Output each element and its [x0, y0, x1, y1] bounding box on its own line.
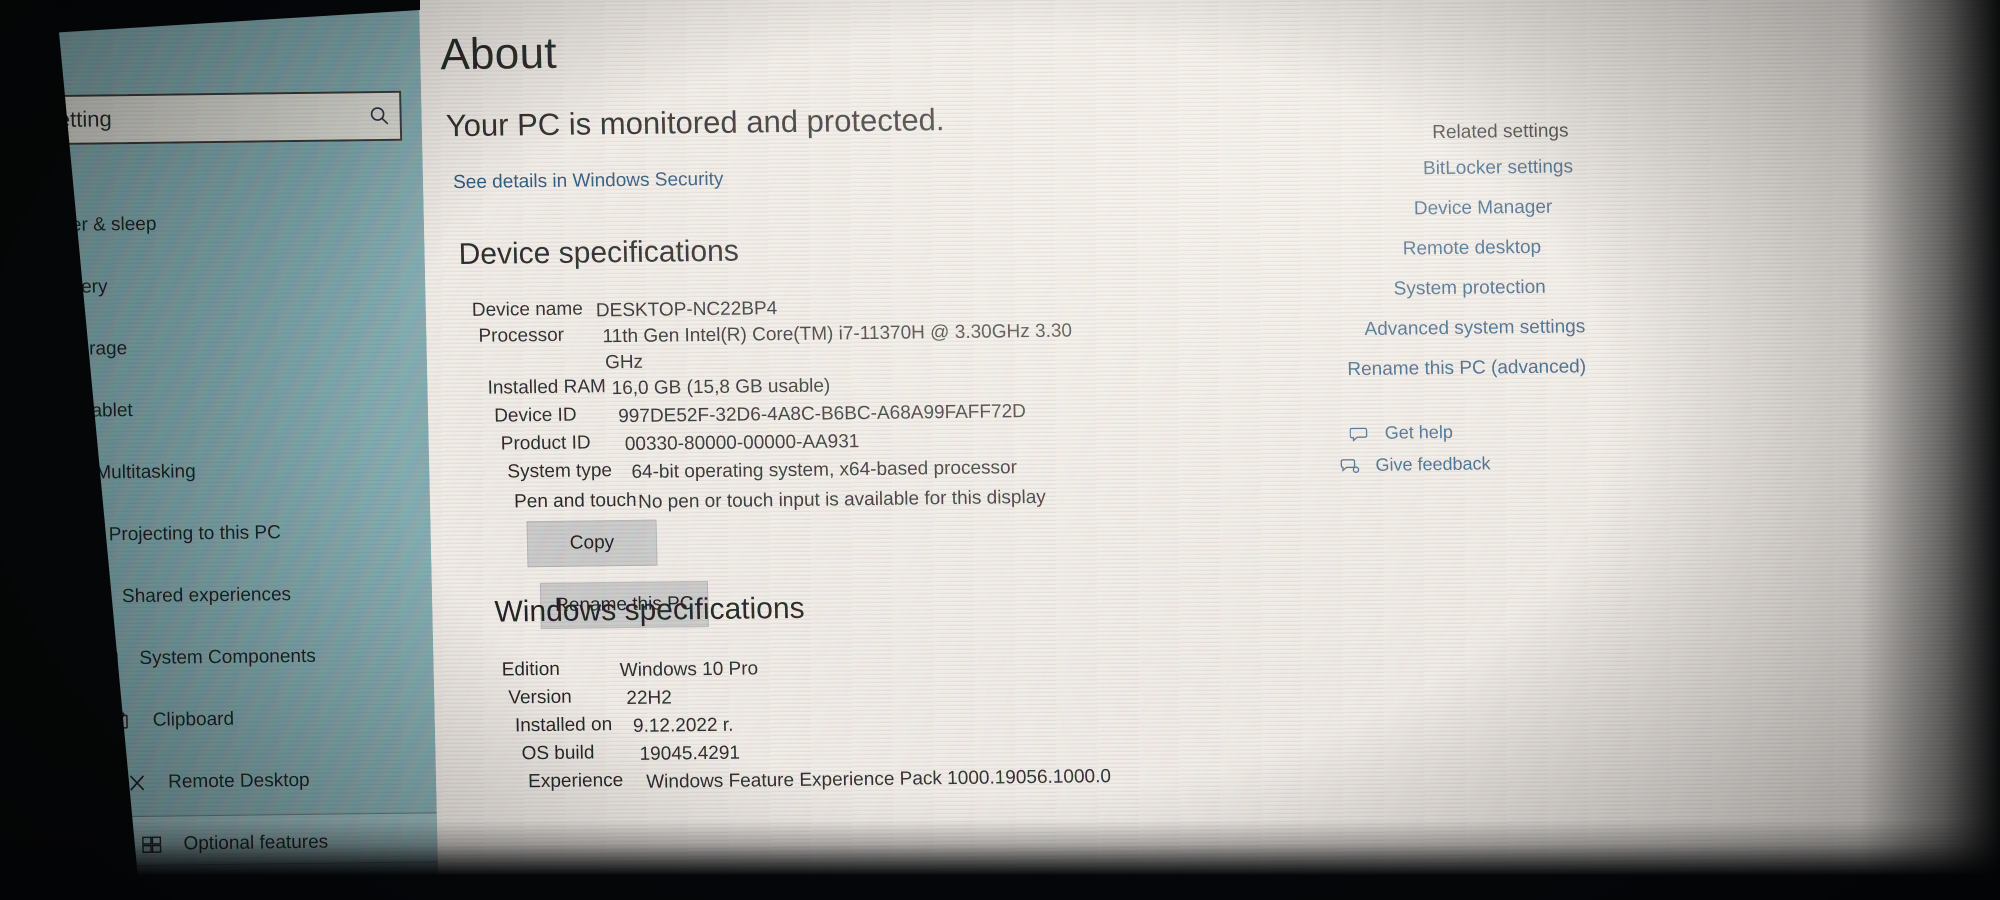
related-link-bitlocker[interactable]: BitLocker settings — [1423, 156, 1573, 180]
related-link-device-manager[interactable]: Device Manager — [1414, 197, 1553, 221]
related-link-remote-desktop[interactable]: Remote desktop — [1403, 237, 1542, 261]
spec-key: Installed RAM — [487, 376, 607, 399]
spec-key: Installed on — [514, 714, 613, 737]
get-help-link[interactable]: Get help — [1349, 422, 1454, 444]
spec-key: Experience — [527, 770, 624, 793]
related-settings-title: Related settings — [1432, 120, 1569, 144]
about-page: About Your PC is monitored and protected… — [417, 0, 2000, 900]
spec-value: 19045.4291 — [639, 742, 741, 765]
spec-key: Edition — [501, 658, 561, 681]
spec-value: Windows 10 Pro — [619, 658, 759, 682]
copy-button-label: Copy — [569, 532, 615, 554]
help-icon — [1349, 423, 1371, 443]
sidebar-item-label: Multitasking — [95, 461, 196, 484]
spec-value: 64-bit operating system, x64-based proce… — [631, 457, 1018, 483]
search-icon — [359, 105, 399, 127]
feedback-icon — [1339, 456, 1361, 476]
spec-value: 11th Gen Intel(R) Core(TM) i7-11370H @ 3… — [602, 320, 1073, 348]
spec-value: 00330-80000-00000-AA931 — [624, 431, 860, 456]
spec-value: 9.12.2022 r. — [632, 714, 734, 737]
page-title: About — [439, 28, 558, 80]
spec-key: Device name — [471, 298, 584, 321]
spec-value: Windows Feature Experience Pack 1000.190… — [646, 766, 1112, 793]
spec-key: Device ID — [493, 404, 577, 427]
laptop-screen-photo: Home Find a setting System Power & sleep — [0, 0, 2000, 900]
sidebar-item-system-components[interactable]: System Components — [95, 646, 316, 671]
spec-value: No pen or touch input is available for t… — [637, 486, 1047, 513]
sidebar-item-label: Remote Desktop — [167, 769, 310, 793]
copy-button[interactable]: Copy — [526, 519, 658, 568]
sidebar-item-label: Clipboard — [152, 708, 235, 731]
sidebar-item-label: System Components — [139, 645, 316, 669]
sidebar-item-clipboard[interactable]: Clipboard — [109, 709, 235, 733]
device-specifications-heading: Device specifications — [458, 234, 740, 272]
give-feedback-label: Give feedback — [1375, 453, 1491, 475]
settings-window: Home Find a setting System Power & sleep — [0, 0, 2000, 900]
give-feedback-link[interactable]: Give feedback — [1339, 453, 1491, 476]
related-link-system-protection[interactable]: System protection — [1393, 277, 1546, 301]
screen-bezel-bottom — [0, 820, 2000, 900]
windows-security-link[interactable]: See details in Windows Security — [453, 169, 724, 194]
windows-specifications-heading: Windows specifications — [494, 591, 805, 629]
spec-key: Pen and touch — [513, 489, 637, 513]
screen-bezel-right — [1860, 0, 2000, 900]
spec-value: 16,0 GB (15,8 GB usable) — [611, 375, 831, 400]
spec-value: DESKTOP-NC22BP4 — [595, 298, 778, 322]
spec-value-line2: GHz — [604, 351, 644, 374]
protection-status-heading: Your PC is monitored and protected. — [445, 102, 945, 144]
sidebar-item-remote-desktop[interactable]: Remote Desktop — [124, 770, 310, 794]
spec-key: Processor — [478, 324, 565, 347]
spec-value: 22H2 — [626, 687, 673, 709]
spec-value: 997DE52F-32D6-4A8C-B6BC-A68A99FAFF72D — [618, 401, 1027, 428]
get-help-label: Get help — [1384, 421, 1454, 443]
spec-key: Version — [508, 686, 572, 709]
sidebar-item-label: Projecting to this PC — [108, 522, 282, 546]
related-link-rename-pc-advanced[interactable]: Rename this PC (advanced) — [1347, 356, 1586, 381]
spec-key: Product ID — [500, 432, 591, 455]
sidebar-item-label: Shared experiences — [121, 584, 292, 608]
spec-key: System type — [507, 460, 613, 483]
related-link-advanced-system-settings[interactable]: Advanced system settings — [1364, 316, 1585, 341]
spec-key: OS build — [521, 742, 595, 765]
